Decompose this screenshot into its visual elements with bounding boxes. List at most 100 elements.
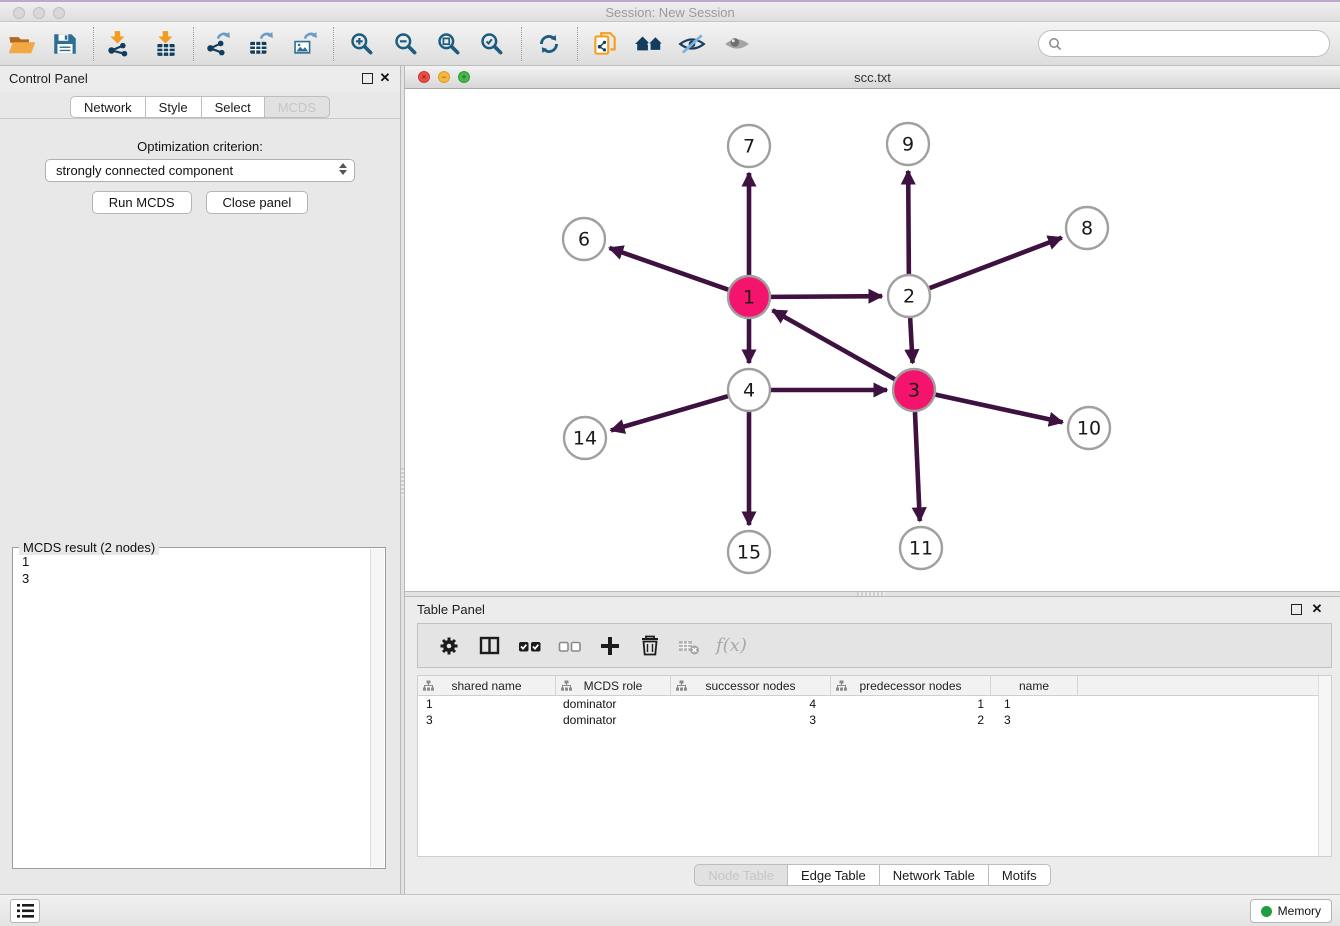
svg-text:15: 15 [737, 542, 761, 564]
zoom-in-icon[interactable] [345, 27, 379, 61]
close-panel-icon[interactable]: ✕ [378, 70, 392, 86]
graph-edge-1-6[interactable] [609, 248, 728, 290]
refresh-view-icon[interactable] [532, 27, 566, 61]
svg-text:4: 4 [743, 380, 755, 402]
float-panel-icon[interactable] [1291, 604, 1302, 615]
new-network-from-selection-icon[interactable] [588, 27, 622, 61]
sort-icon [423, 680, 434, 694]
graph-node-4[interactable]: 4 [728, 369, 770, 411]
tab-style[interactable]: Style [146, 96, 202, 118]
zoom-selected-icon[interactable] [475, 27, 509, 61]
tab-network[interactable]: Network [70, 96, 146, 118]
graph-node-1[interactable]: 1 [728, 276, 770, 318]
table-settings-icon[interactable] [432, 628, 468, 664]
svg-text:10: 10 [1077, 418, 1101, 440]
column-header-successor-nodes[interactable]: successor nodes [671, 676, 831, 696]
import-table-icon[interactable] [149, 27, 183, 61]
network-view-window: × − + scc.txt 7968124314101511 [405, 66, 1340, 591]
create-column-icon[interactable] [592, 628, 628, 664]
select-stepper-icon [339, 163, 347, 175]
optimization-criterion-select[interactable]: strongly connected component [45, 159, 355, 182]
splitter-grip[interactable] [857, 592, 885, 596]
run-mcds-button[interactable]: Run MCDS [92, 191, 192, 214]
network-canvas[interactable]: 7 9 6 8 1 2 4 3 14 10 15 11 [405, 89, 1340, 591]
column-header-shared-name[interactable]: shared name [418, 676, 556, 696]
graph-edge-1-2[interactable] [771, 296, 882, 297]
import-network-icon[interactable] [101, 27, 135, 61]
tab-select[interactable]: Select [202, 96, 265, 118]
graph-node-10[interactable]: 10 [1068, 407, 1110, 449]
tab-motifs[interactable]: Motifs [989, 864, 1051, 886]
graph-edge-3-11[interactable] [915, 412, 920, 521]
splitter-grip[interactable] [401, 468, 404, 496]
search-field[interactable] [1038, 30, 1330, 57]
float-panel-icon[interactable] [362, 73, 373, 84]
table-panel-title: Table Panel [417, 602, 485, 617]
close-panel-button[interactable]: Close panel [206, 191, 309, 214]
graph-node-15[interactable]: 15 [728, 531, 770, 573]
mcds-panel-body: Optimization criterion: strongly connect… [0, 118, 400, 894]
task-history-button[interactable] [10, 899, 40, 923]
graph-node-9[interactable]: 9 [887, 123, 929, 165]
graph-node-8[interactable]: 8 [1066, 207, 1108, 249]
mcds-result-list[interactable]: 13 [14, 550, 369, 867]
memory-button[interactable]: Memory [1250, 899, 1332, 923]
close-panel-icon[interactable]: ✕ [1310, 601, 1324, 617]
select-all-check-icon[interactable] [512, 628, 548, 664]
graph-node-14[interactable]: 14 [564, 417, 606, 459]
network-graph: 7 9 6 8 1 2 4 3 14 10 15 11 [405, 89, 1340, 591]
graph-edge-2-9[interactable] [908, 171, 909, 274]
column-label: name [1019, 679, 1049, 693]
mcds-result-scrollbar[interactable] [370, 549, 384, 867]
tab-edge-table[interactable]: Edge Table [788, 864, 880, 886]
toolbar-separator [521, 27, 522, 61]
graph-node-3[interactable]: 3 [893, 369, 935, 411]
table-header-row: shared nameMCDS rolesuccessor nodes prede… [418, 676, 1331, 696]
column-header-predecessor-nodes[interactable]: predecessor nodes [831, 676, 991, 696]
export-network-icon[interactable] [201, 27, 235, 61]
table-row[interactable]: 3dominator323 [418, 712, 1331, 728]
open-session-icon[interactable] [5, 27, 39, 61]
delete-columns-icon[interactable] [632, 628, 668, 664]
deselect-all-icon[interactable] [552, 628, 588, 664]
table-row[interactable]: 1dominator411 [418, 696, 1331, 712]
graph-node-11[interactable]: 11 [900, 527, 942, 569]
toolbar-separator [333, 27, 334, 61]
graph-edge-3-1[interactable] [773, 310, 895, 379]
home-icon[interactable] [632, 27, 666, 61]
table-toolbar: f(x) [417, 623, 1332, 668]
table-scrollbar[interactable] [1318, 676, 1331, 856]
export-table-icon[interactable] [244, 27, 278, 61]
tab-mcds[interactable]: MCDS [265, 96, 330, 118]
search-input[interactable] [1062, 36, 1329, 51]
graph-edge-2-8[interactable] [930, 238, 1062, 289]
zoom-fit-icon[interactable] [432, 27, 466, 61]
column-header-name[interactable]: name [991, 676, 1078, 696]
table-cell: 3 [671, 712, 831, 728]
show-column-panel-icon[interactable] [472, 628, 508, 664]
graph-node-6[interactable]: 6 [563, 218, 605, 260]
export-image-icon[interactable] [288, 27, 322, 61]
zoom-out-icon[interactable] [389, 27, 423, 61]
hide-selected-icon[interactable] [675, 27, 709, 61]
application-window: Session: New Session [0, 0, 1340, 926]
svg-text:14: 14 [573, 428, 597, 450]
table-body[interactable]: 1dominator4113dominator323 [418, 696, 1331, 728]
tab-network-table[interactable]: Network Table [880, 864, 989, 886]
table-cell: 3 [991, 712, 1078, 728]
tab-node-table[interactable]: Node Table [694, 864, 788, 886]
graph-node-2[interactable]: 2 [888, 275, 930, 317]
graph-edge-3-10[interactable] [935, 395, 1062, 423]
graph-node-7[interactable]: 7 [728, 125, 770, 167]
control-panel-tabs: NetworkStyleSelectMCDS [0, 96, 400, 118]
column-label: predecessor nodes [859, 679, 961, 693]
delete-table-icon [672, 628, 708, 664]
mcds-result-box: MCDS result (2 nodes) 13 [12, 547, 386, 869]
graph-edge-2-3[interactable] [910, 318, 912, 363]
column-header-MCDS-role[interactable]: MCDS role [556, 676, 671, 696]
graph-edge-4-14[interactable] [611, 396, 728, 430]
save-session-icon[interactable] [48, 27, 82, 61]
table-panel-tabs: Node TableEdge TableNetwork TableMotifs [405, 864, 1340, 886]
sort-icon [676, 680, 687, 694]
show-all-icon[interactable] [720, 27, 754, 61]
